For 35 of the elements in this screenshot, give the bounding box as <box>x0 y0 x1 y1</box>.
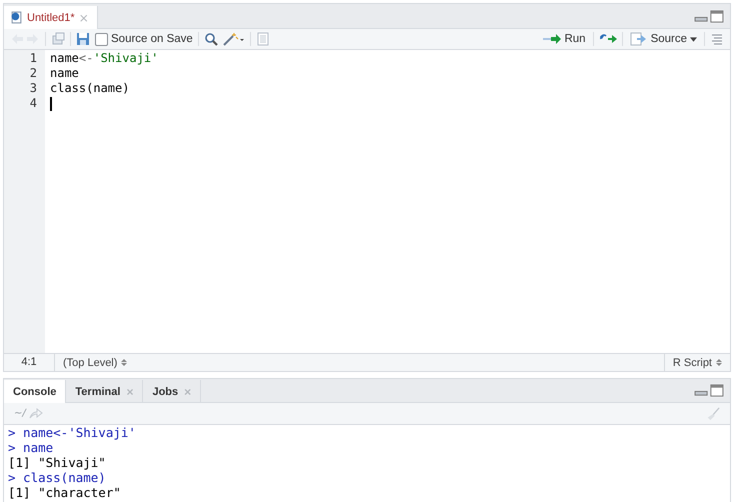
console-line: > name<-'Shivaji' <box>8 425 137 440</box>
run-arrow-icon <box>543 34 562 44</box>
search-icon[interactable] <box>204 32 218 46</box>
line-number: 2 <box>28 66 38 81</box>
document-title: Untitled1* <box>27 12 75 24</box>
source-arrow-icon <box>630 32 648 46</box>
console-tab[interactable]: Console <box>4 380 66 403</box>
line-number: 1 <box>28 51 38 66</box>
line-number: 3 <box>28 81 38 96</box>
document-tab[interactable]: Untitled1* × <box>4 6 98 29</box>
console-line: > class(name) <box>8 470 107 485</box>
scope-selector[interactable]: (Top Level) <box>55 356 136 368</box>
up-down-arrows-icon <box>121 358 128 367</box>
align-lines-icon[interactable] <box>710 32 724 46</box>
working-directory: ~/ <box>14 408 26 419</box>
document-icon <box>10 11 23 24</box>
rerun-icon[interactable] <box>598 32 617 46</box>
file-type-selector[interactable]: R Script <box>664 354 730 371</box>
code-line: name<-'Shivaji' <box>50 51 158 66</box>
source-on-save-checkbox[interactable]: Source on Save <box>95 32 193 46</box>
console-line: > name <box>8 440 54 455</box>
caret-icon <box>690 36 697 42</box>
source-button[interactable]: Source <box>628 32 699 46</box>
up-down-arrows-icon <box>716 358 722 367</box>
minimize-maximize-icon[interactable] <box>694 384 724 397</box>
cursor-position: 4:1 <box>4 354 55 371</box>
run-button[interactable]: Run <box>541 33 588 45</box>
minimize-maximize-icon[interactable] <box>694 10 724 23</box>
code-line: class(name) <box>50 81 130 96</box>
console-line: [1] "Shivaji" <box>8 455 107 470</box>
line-number: 4 <box>28 96 38 111</box>
code-line: name <box>50 66 79 81</box>
save-icon[interactable] <box>76 32 90 46</box>
magic-wand-icon[interactable] <box>222 32 245 46</box>
console-line: [1] "character" <box>8 485 122 500</box>
